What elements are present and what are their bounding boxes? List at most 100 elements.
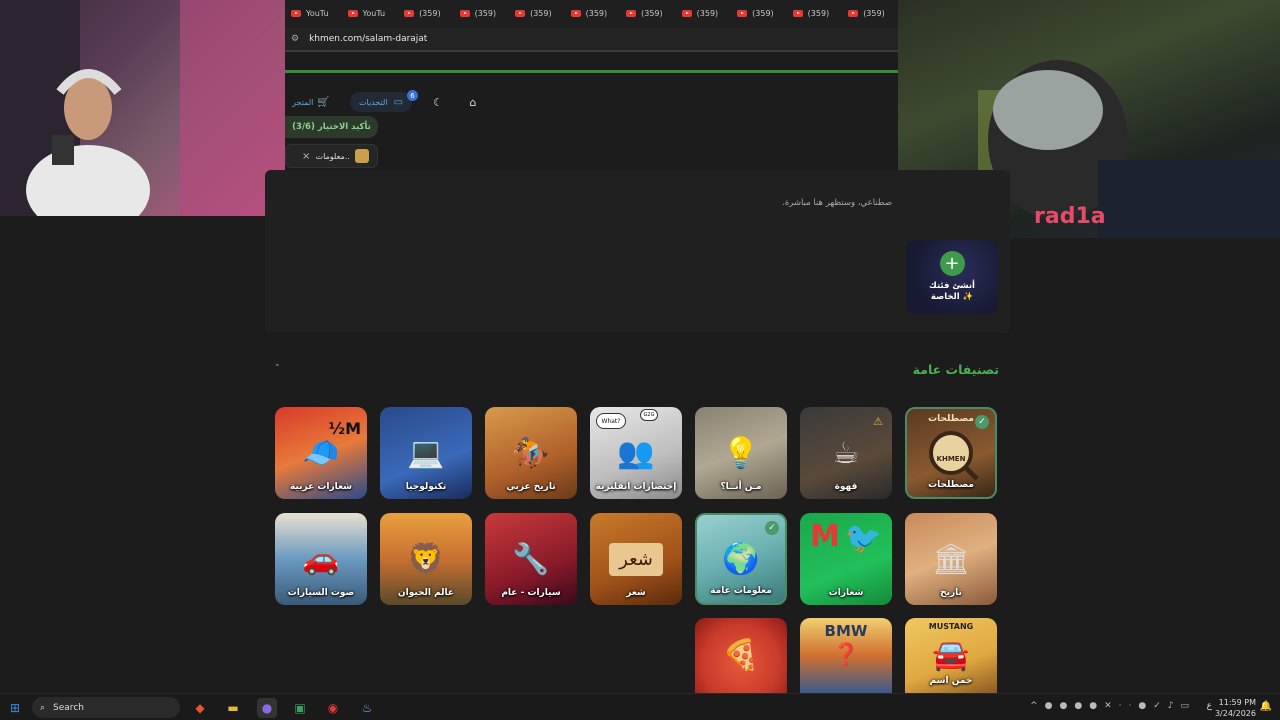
category-card-arab-logos[interactable]: ½M 🧢 شعارات عربية <box>275 407 367 499</box>
browser-tab[interactable]: (359) <box>787 9 843 18</box>
card-label: شعارات <box>828 588 864 599</box>
pizza-icon: 🍕 <box>722 638 760 673</box>
youtube-icon <box>681 10 692 17</box>
category-card-food[interactable]: 🍕 <box>695 618 787 693</box>
card-label: قهوة <box>834 482 858 493</box>
cart-icon: 🛒 <box>317 96 330 108</box>
category-card-cars-general[interactable]: 🔧 سيارات - عام <box>485 513 577 605</box>
terminal-icon[interactable]: ▣ <box>290 698 310 718</box>
category-card-arab-history[interactable]: 🏇 تاريخ عربي <box>485 407 577 499</box>
youtube-icon <box>459 10 470 17</box>
panel-description: صطناعي، وستظهر هنا مباشرة. <box>782 198 893 208</box>
card-label: تاريخ عربي <box>506 482 556 493</box>
card-top-text: BMW <box>824 622 868 640</box>
category-card-coffee[interactable]: ⚠ ☕ قهوة <box>800 407 892 499</box>
youtube-icon <box>291 10 301 17</box>
browser-tab[interactable]: YouTu <box>342 9 399 18</box>
home-icon[interactable]: ⌂ <box>465 92 481 112</box>
card-label: شعر <box>626 588 646 599</box>
progress-line <box>285 70 898 73</box>
browser-tab[interactable]: (359) <box>842 9 898 18</box>
create-category-button[interactable]: + أنشئ فئتك الخاصة ✨ <box>906 240 998 314</box>
create-category-label: أنشئ فئتك الخاصة ✨ <box>929 281 975 303</box>
site-settings-icon[interactable]: ⚙ <box>291 34 299 44</box>
check-icon: ✓ <box>765 521 779 535</box>
card-label: مـن أنــا؟ <box>720 482 762 493</box>
chip-thumbnail-icon <box>354 149 369 163</box>
remove-chip-icon[interactable]: × <box>302 151 310 162</box>
card-label: خمن اسم <box>929 676 973 687</box>
card-label: تكنولوجيا <box>405 482 447 493</box>
windows-start-icon[interactable]: ⊞ <box>5 698 25 718</box>
confirm-selection-button[interactable]: تأكيد الاختيار (3/6) <box>285 116 378 138</box>
search-icon: ⌕ <box>40 702 46 713</box>
speech-bubble-icon: What? <box>596 413 626 429</box>
chevron-up-icon[interactable]: ˄ <box>275 364 280 374</box>
address-bar[interactable]: ⚙ khmen.com/salam-darajat <box>285 27 898 52</box>
warning-icon: ⚠ <box>873 415 883 428</box>
steam-icon[interactable]: ♨ <box>357 698 377 718</box>
browser-tab[interactable]: (359) <box>398 9 454 18</box>
store-button[interactable]: المتجر 🛒 <box>287 92 335 112</box>
calendar-icon: ▭ <box>393 96 404 108</box>
browser-tab[interactable]: (359) <box>731 9 787 18</box>
moon-icon[interactable]: ☾ <box>430 92 446 112</box>
category-card-who-am-i[interactable]: 💡 مـن أنــا؟ <box>695 407 787 499</box>
category-card-terms[interactable]: ✓ مصطلحات KHMEN مصطلحات <box>905 407 997 499</box>
card-label: سيارات - عام <box>501 588 561 599</box>
card-label: إختصارات انقليزية <box>595 482 677 493</box>
browser-tab[interactable]: (359) <box>509 9 565 18</box>
category-card-general-info[interactable]: ✓ 🌍 معلومات عامة <box>695 513 787 605</box>
youtube-icon <box>570 10 581 17</box>
browser-tab[interactable]: (359) <box>454 9 510 18</box>
card-label: معلومات عامة <box>710 586 772 597</box>
browser-tab[interactable]: YouTu <box>285 9 342 18</box>
browser-tab[interactable]: (359) <box>620 9 676 18</box>
taskbar: ⊞ ⌕ Search ◆ ▬ ● ▣ ◉ ♨ ^●●●●✕··●✓♪▭ ع 11… <box>0 693 1280 720</box>
url-text[interactable]: khmen.com/salam-darajat <box>309 34 427 44</box>
category-card-car-brand[interactable]: BMW ❓ <box>800 618 892 693</box>
streamer-left-figure <box>0 0 285 216</box>
youtube-icon <box>737 10 748 17</box>
webcam-left <box>0 0 285 216</box>
card-label: مصطلحات <box>928 480 974 491</box>
system-tray[interactable]: ^●●●●✕··●✓♪▭ <box>1030 701 1196 711</box>
category-card-technology[interactable]: 💻 تكنولوجيا <box>380 407 472 499</box>
card-label: شعارات عربية <box>289 482 352 493</box>
browser-tab[interactable]: (359) <box>676 9 732 18</box>
file-explorer-icon[interactable]: ▬ <box>223 698 243 718</box>
browser-tab[interactable]: (359) <box>565 9 621 18</box>
card-label: صوت السيارات <box>287 588 355 599</box>
youtube-icon <box>515 10 526 17</box>
recording-app-icon[interactable]: ◉ <box>323 698 343 718</box>
category-card-logos[interactable]: M 🐦 شعارات <box>800 513 892 605</box>
discord-icon[interactable]: ● <box>257 698 277 718</box>
clock[interactable]: 11:59 PM 3/24/2026 <box>1215 697 1256 719</box>
category-card-car-sounds[interactable]: 🚗 صوت السيارات <box>275 513 367 605</box>
notification-bell-icon[interactable]: 🔔 <box>1260 701 1272 712</box>
youtube-icon <box>404 10 415 17</box>
card-top-text: MUSTANG <box>928 622 974 631</box>
speech-bubble-icon: G2G <box>640 409 658 421</box>
youtube-icon <box>347 10 358 17</box>
category-card-guess-name[interactable]: MUSTANG 🚘 خمن اسم <box>905 618 997 693</box>
challenges-badge: 6 <box>407 90 418 101</box>
category-card-poetry[interactable]: شعر شعر <box>590 513 682 605</box>
category-card-english-abbreviations[interactable]: What? G2G 👥 إختصارات انقليزية <box>590 407 682 499</box>
category-card-history[interactable]: 🏛 تاريخ <box>905 513 997 605</box>
youtube-icon <box>792 10 803 17</box>
language-indicator[interactable]: ع <box>1207 701 1212 711</box>
brave-browser-icon[interactable]: ◆ <box>190 698 210 718</box>
taskbar-search[interactable]: ⌕ Search <box>32 697 180 718</box>
challenges-button[interactable]: التحديات ▭ <box>350 92 412 112</box>
card-label: عالم الحيوان <box>397 588 455 599</box>
youtube-icon <box>626 10 637 17</box>
category-card-animal-world[interactable]: 🦁 عالم الحيوان <box>380 513 472 605</box>
browser-tab-bar: YouTu YouTu (359) (359) (359) (359) (359… <box>285 0 898 27</box>
check-icon: ✓ <box>975 415 989 429</box>
plus-icon: + <box>939 251 965 276</box>
hoodie-text: rad1a <box>1034 204 1106 229</box>
custom-category-panel <box>265 170 1010 333</box>
youtube-icon <box>848 10 859 17</box>
card-sub-text: KHMEN <box>936 455 966 463</box>
